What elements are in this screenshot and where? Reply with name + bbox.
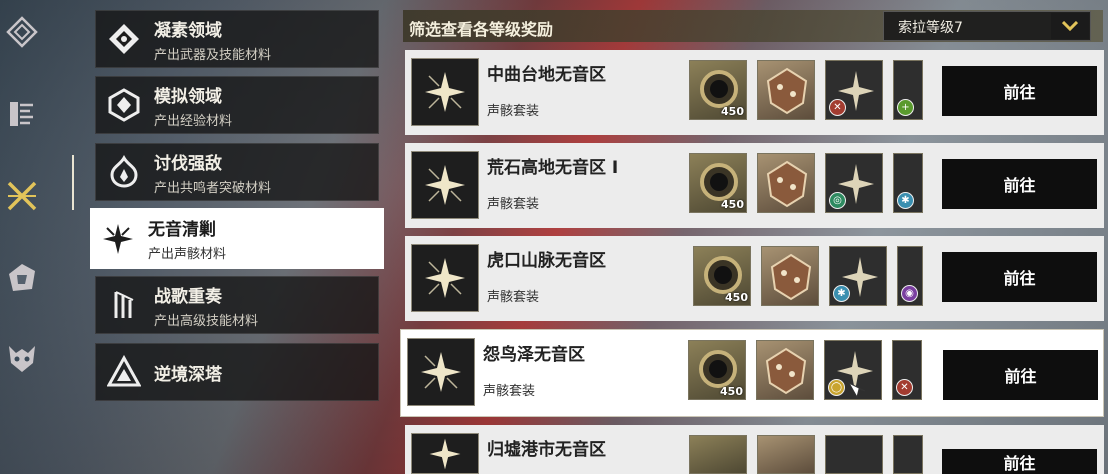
dice-material-reward[interactable] (757, 60, 815, 120)
row-name: 中曲台地无音区 (487, 65, 606, 85)
shell-credit-reward[interactable]: 450 (693, 246, 751, 306)
glacio-element-badge-icon: ✱ (833, 285, 850, 302)
fire-element-badge-icon: ✕ (829, 99, 846, 116)
menu-subtitle: 产出武器及技能材料 (154, 47, 272, 63)
shell-credit-reward[interactable] (689, 435, 747, 474)
rail-active-indicator (72, 155, 74, 210)
row-name: 怨鸟泽无音区 (483, 345, 585, 365)
menu-title: 战歌重奏 (154, 286, 222, 307)
menu-title: 凝素领域 (154, 20, 222, 41)
echo-sparkle-icon (407, 338, 475, 406)
level-dropdown[interactable]: 索拉等级7 (883, 11, 1091, 41)
reward-quantity: 450 (725, 291, 748, 304)
menu-item-zhange[interactable]: 战歌重奏 产出高级技能材料 (95, 276, 379, 334)
crystal-icon (106, 21, 142, 57)
menu-item-taofa[interactable]: 讨伐强敌 产出共鸣者突破材料 (95, 143, 379, 201)
menu-subtitle: 产出共鸣者突破材料 (154, 180, 272, 196)
menu-subtitle: 产出声骸材料 (148, 247, 227, 262)
echo-reward[interactable] (825, 435, 883, 474)
echo-reward[interactable]: ✕ (892, 340, 922, 400)
echo-reward[interactable]: ✕ (825, 60, 883, 120)
menu-subtitle: 产出高级技能材料 (154, 313, 259, 329)
reward-quantity: 450 (721, 198, 744, 211)
list-item-selected[interactable]: 怨鸟泽无音区 声骸套装 450 ◯ ✕ 前往 (400, 329, 1104, 417)
row-set-label: 声骸套装 (483, 384, 536, 399)
menu-title: 无音清剿 (148, 220, 216, 240)
echo-sparkle-icon (411, 244, 479, 312)
go-button[interactable]: 前往 (942, 159, 1097, 209)
mask-nav-icon[interactable] (4, 340, 40, 376)
echo-reward[interactable]: ✱ (829, 246, 887, 306)
row-name: 虎口山脉无音区 (487, 251, 606, 271)
flame-crest-icon (106, 154, 142, 190)
go-button[interactable]: 前往 (942, 252, 1097, 302)
fire-element-badge-icon: ✕ (896, 379, 913, 396)
nav-rail (0, 0, 48, 474)
echo-sparkle-icon (411, 58, 479, 126)
row-set-label: 声骸套装 (487, 197, 540, 212)
dice-material-reward[interactable] (761, 246, 819, 306)
reward-quantity: 450 (720, 385, 743, 398)
shell-credit-reward[interactable]: 450 (689, 60, 747, 120)
menu-title: 讨伐强敌 (154, 153, 222, 174)
crossed-swords-nav-icon[interactable] (4, 178, 40, 214)
spectro-element-badge-icon: ◯ (828, 379, 845, 396)
paw-nav-icon[interactable] (4, 260, 40, 296)
electro-element-badge-icon: ◉ (901, 285, 918, 302)
chevron-down-icon[interactable] (1051, 13, 1089, 39)
menu-item-moni[interactable]: 模拟领域 产出经验材料 (95, 76, 379, 134)
echo-sparkle-icon (411, 433, 479, 474)
menu-title: 模拟领域 (154, 86, 222, 107)
row-name: 归墟港市无音区 (487, 440, 606, 460)
dice-material-reward[interactable] (757, 153, 815, 213)
reward-quantity: 450 (721, 105, 744, 118)
row-set-label: 声骸套装 (487, 290, 540, 305)
echo-reward[interactable]: ◉ (897, 246, 923, 306)
echo-reward[interactable]: ◎ (825, 153, 883, 213)
list-item[interactable]: 中曲台地无音区 声骸套装 450 ✕ + 前往 (405, 50, 1104, 135)
list-item[interactable]: 荒石高地无音区 I 声骸套装 450 ◎ ✱ 前往 (405, 143, 1104, 228)
shell-credit-reward[interactable]: 450 (688, 340, 746, 400)
row-set-label: 声骸套装 (487, 104, 540, 119)
menu-item-wuyin[interactable]: 无音清剿 产出声骸材料 (90, 208, 384, 269)
menu-title: 逆境深塔 (154, 364, 222, 385)
echo-reward[interactable] (893, 435, 923, 474)
level-dropdown-value: 索拉等级7 (898, 20, 963, 36)
sparkle-icon (100, 221, 136, 257)
music-icon (106, 287, 142, 323)
menu-item-ningsu[interactable]: 凝素领域 产出武器及技能材料 (95, 10, 379, 68)
dice-material-reward[interactable] (757, 435, 815, 474)
echo-reward[interactable]: ✱ (893, 153, 923, 213)
simulation-icon (106, 87, 142, 123)
list-item[interactable]: 归墟港市无音区 前往 (405, 425, 1104, 474)
row-name: 荒石高地无音区 I (487, 158, 619, 178)
list-item[interactable]: 虎口山脉无音区 声骸套装 450 ✱ ◉ 前往 (405, 236, 1104, 321)
glacio-element-badge-icon: ✱ (897, 192, 914, 209)
dice-material-reward[interactable] (756, 340, 814, 400)
echo-reward[interactable]: ◯ (824, 340, 882, 400)
triangle-tower-icon (106, 354, 142, 390)
terminal-nav-icon[interactable] (4, 96, 40, 132)
menu-item-nijing[interactable]: 逆境深塔 (95, 343, 379, 401)
go-button[interactable]: 前往 (943, 350, 1098, 400)
echo-sparkle-icon (411, 151, 479, 219)
aero-element-badge-icon: ◎ (829, 192, 846, 209)
menu-subtitle: 产出经验材料 (154, 113, 233, 129)
go-button[interactable]: 前往 (942, 449, 1097, 474)
shell-credit-reward[interactable]: 450 (689, 153, 747, 213)
header-title: 筛选查看各等级奖励 (409, 20, 554, 39)
go-button[interactable]: 前往 (942, 66, 1097, 116)
wind-element-badge-icon: + (897, 99, 914, 116)
diamond-nav-icon[interactable] (4, 14, 40, 50)
echo-reward[interactable]: + (893, 60, 923, 120)
